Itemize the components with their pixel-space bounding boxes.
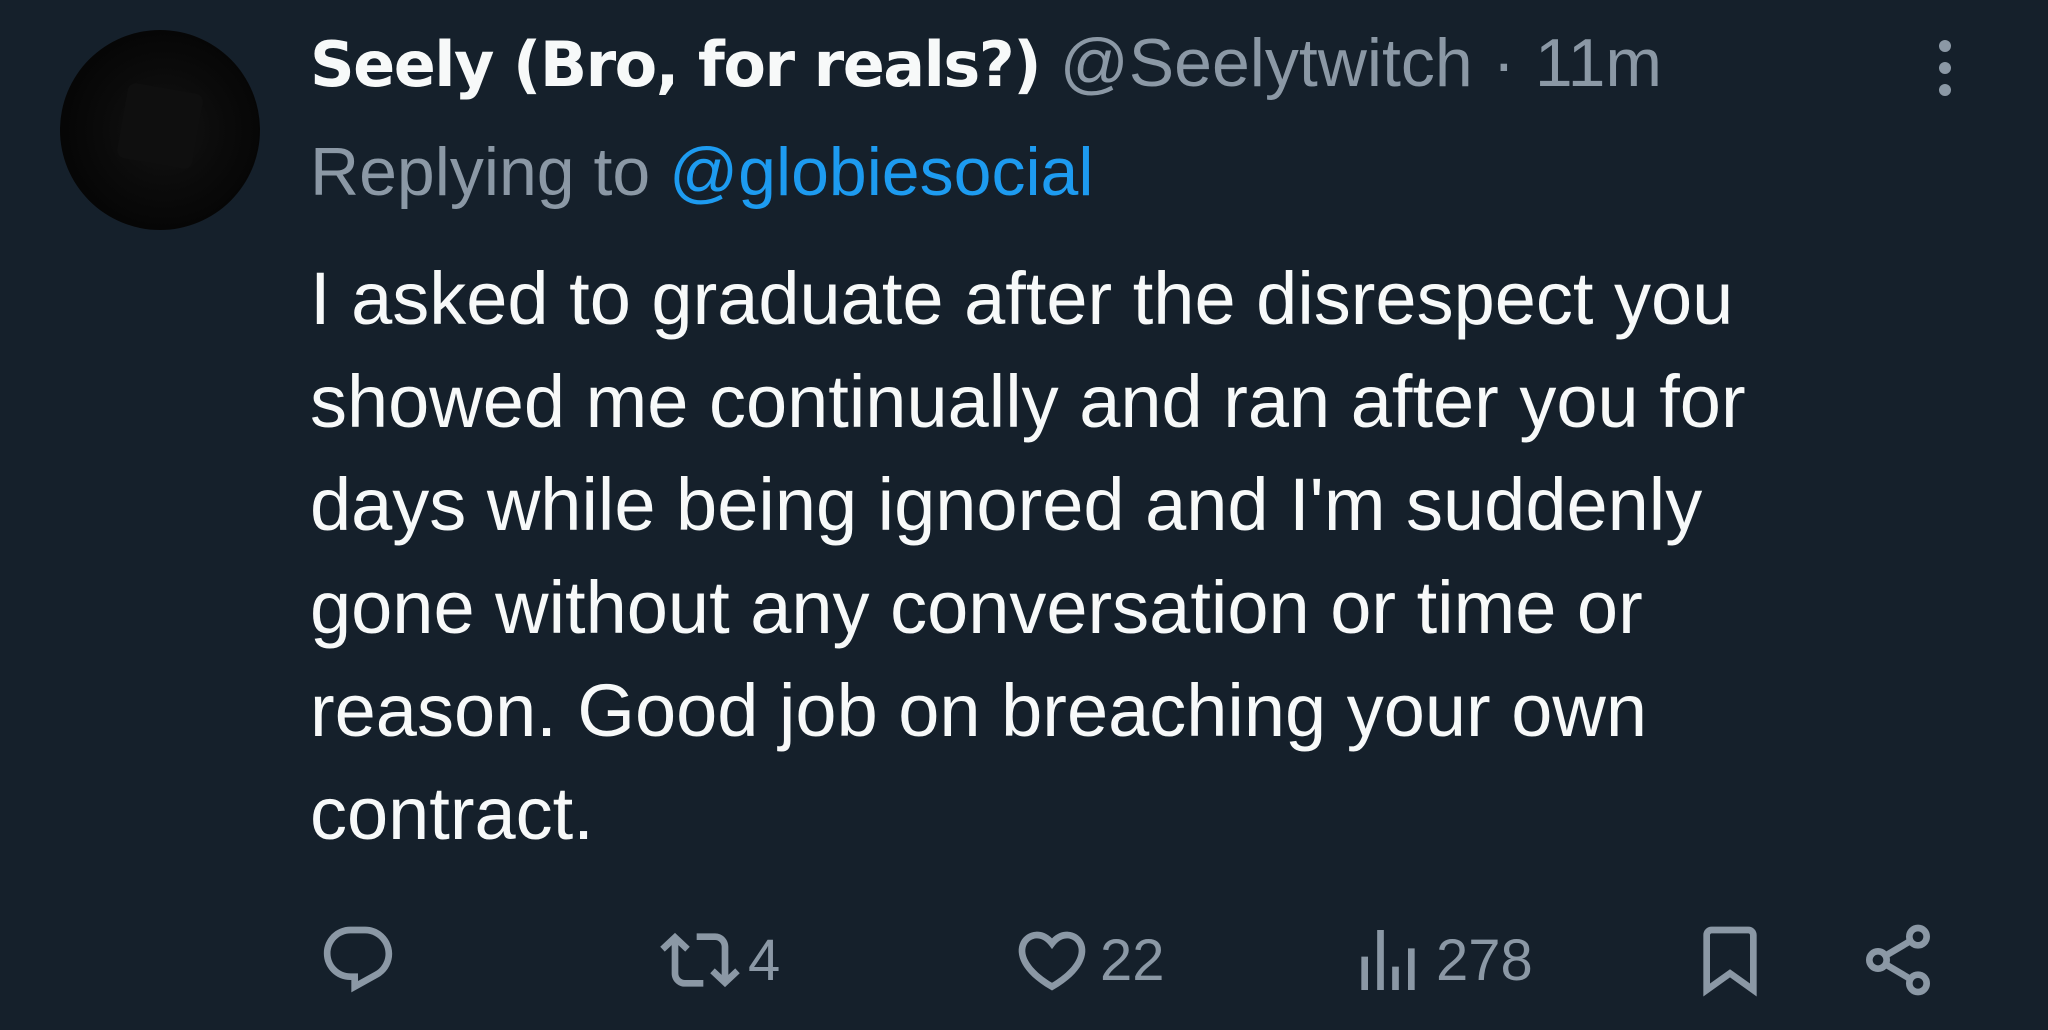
separator-dot: ·: [1492, 25, 1516, 101]
more-dot-icon: [1939, 40, 1951, 52]
views-button[interactable]: 278: [1348, 910, 1533, 1010]
replying-prefix: Replying to: [310, 134, 651, 210]
more-dot-icon: [1939, 84, 1951, 96]
reply-button[interactable]: [318, 910, 398, 1010]
action-bar: 4 22 278: [0, 910, 2048, 1010]
tweet-text-line: gone without any conversation or time or: [310, 566, 1643, 649]
retweet-icon: [660, 920, 740, 1000]
retweet-button[interactable]: 4: [660, 910, 780, 1010]
tweet-text-line: contract.: [310, 772, 594, 855]
reply-icon: [318, 920, 398, 1000]
tweet-text-line: days while being ignored and I'm suddenl…: [310, 463, 1703, 546]
bookmark-icon: [1690, 920, 1770, 1000]
tweet-text: I asked to graduate after the disrespect…: [310, 247, 2010, 865]
timestamp[interactable]: 11m: [1535, 25, 1662, 101]
tweet[interactable]: Seely (Bro, for reals?) @Seelytwitch · 1…: [0, 0, 2048, 1030]
more-options-button[interactable]: [1925, 36, 1965, 100]
tweet-text-line: showed me continually and ran after you …: [310, 360, 1746, 443]
views-icon: [1348, 920, 1428, 1000]
display-name[interactable]: Seely (Bro, for reals?): [310, 28, 1042, 101]
share-button[interactable]: [1858, 910, 1938, 1010]
like-count: 22: [1100, 927, 1165, 993]
tweet-header: Seely (Bro, for reals?) @Seelytwitch · 1…: [310, 22, 1662, 106]
heart-icon: [1012, 920, 1092, 1000]
like-button[interactable]: 22: [1012, 910, 1165, 1010]
retweet-count: 4: [748, 927, 781, 993]
user-handle[interactable]: @Seelytwitch: [1060, 25, 1473, 101]
avatar-image: [115, 81, 205, 171]
tweet-text-line: reason. Good job on breaching your own: [310, 669, 1647, 752]
views-count: 278: [1436, 927, 1533, 993]
share-icon: [1858, 920, 1938, 1000]
replying-handle-link[interactable]: @globiesocial: [669, 134, 1093, 210]
bookmark-button[interactable]: [1690, 910, 1770, 1010]
more-dot-icon: [1939, 62, 1951, 74]
replying-to: Replying to @globiesocial: [310, 128, 1093, 216]
avatar[interactable]: [60, 30, 260, 230]
tweet-text-line: I asked to graduate after the disrespect…: [310, 257, 1734, 340]
